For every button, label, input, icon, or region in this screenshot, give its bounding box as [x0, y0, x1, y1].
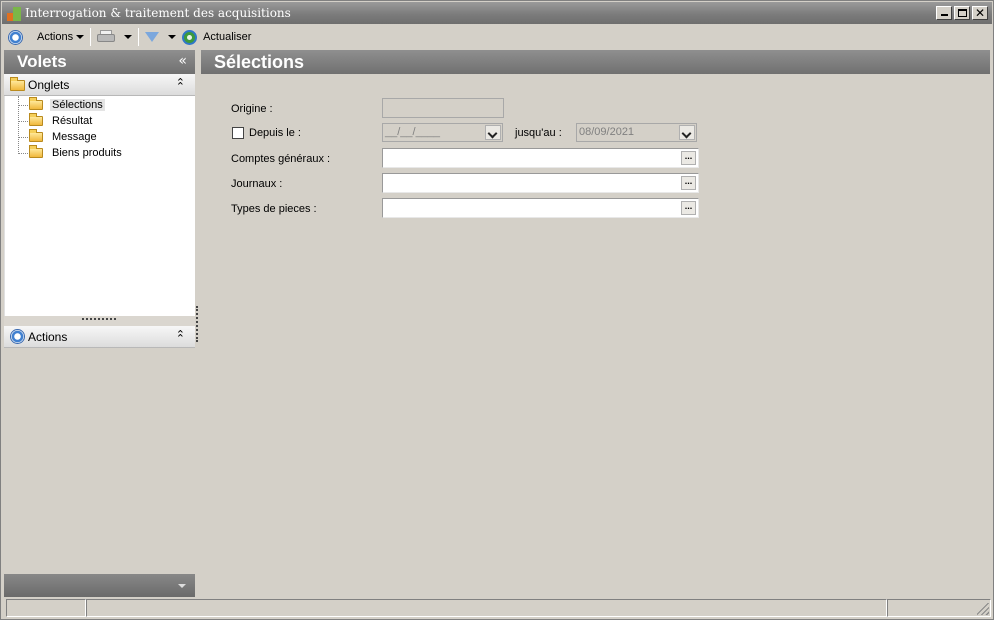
comptes-browse-button[interactable]: ... — [681, 151, 696, 165]
title-bar: Interrogation & traitement des acquisiti… — [2, 2, 992, 24]
collapse-panel-icon[interactable]: « — [178, 53, 187, 69]
resize-grip-icon[interactable] — [977, 603, 989, 615]
actions-group-header[interactable]: Actions ⌃ ⌃ — [4, 326, 195, 348]
depuis-label: Depuis le : — [249, 127, 301, 139]
side-panel-footer — [4, 574, 195, 597]
chevron-down-icon — [485, 125, 501, 140]
depuis-date-value: __/__/____ — [385, 126, 441, 138]
toolbar: Actions Actualiser — [2, 25, 992, 49]
main-header: Sélections — [201, 50, 990, 74]
folder-icon — [29, 113, 43, 126]
tree-item-message[interactable]: Message — [18, 129, 99, 145]
chevron-down-icon — [124, 35, 133, 39]
actions-icon — [8, 29, 23, 45]
maximize-button[interactable] — [954, 6, 970, 20]
tree-item-selections[interactable]: Sélections — [18, 97, 105, 113]
side-panel-title: Volets — [17, 52, 67, 71]
depuis-date-field: __/__/____ — [382, 123, 503, 142]
tree-item-biens-produits[interactable]: Biens produits — [18, 145, 124, 161]
actions-menu-label: Actions — [37, 31, 74, 43]
comptes-field[interactable]: ... — [382, 148, 699, 168]
refresh-button[interactable]: Actualiser — [179, 26, 254, 48]
tabs-group-label: Onglets — [28, 78, 70, 92]
actions-icon — [10, 329, 25, 344]
toolbar-separator — [138, 28, 140, 46]
types-field[interactable]: ... — [382, 198, 699, 218]
chevron-down-icon — [679, 125, 695, 140]
jusquau-date-field: 08/09/2021 — [576, 123, 697, 142]
jusquau-date-value: 08/09/2021 — [579, 126, 635, 138]
tabs-tree: Sélections Résultat Message Biens produi… — [4, 96, 195, 316]
actions-menu-button[interactable]: Actions — [34, 26, 87, 48]
origine-label: Origine : — [231, 103, 273, 115]
main-window: Interrogation & traitement des acquisiti… — [0, 0, 994, 620]
types-label: Types de pieces : — [231, 203, 317, 215]
chevron-down-icon[interactable] — [178, 584, 186, 588]
filter-button[interactable] — [142, 26, 162, 48]
origine-field — [382, 98, 504, 118]
folder-open-icon — [29, 97, 43, 110]
journaux-browse-button[interactable]: ... — [681, 176, 696, 190]
side-panel-header: Volets « — [4, 50, 195, 74]
printer-icon — [97, 30, 116, 44]
side-panel: Volets « Onglets ⌃⌃ Sélections Résultat — [4, 50, 195, 597]
page-title: Sélections — [214, 52, 305, 72]
window-title: Interrogation & traitement des acquisiti… — [25, 6, 291, 20]
refresh-label: Actualiser — [203, 31, 252, 43]
jusquau-label: jusqu'au : — [515, 127, 562, 139]
tabs-group-header[interactable]: Onglets ⌃ ⌃ — [4, 74, 195, 96]
filter-dropdown-button[interactable] — [162, 26, 179, 48]
minimize-button[interactable] — [936, 6, 952, 20]
toolbar-separator — [90, 28, 92, 46]
comptes-label: Comptes généraux : — [231, 153, 331, 165]
journaux-field[interactable]: ... — [382, 173, 699, 193]
types-browse-button[interactable]: ... — [681, 201, 696, 215]
tree-item-resultat[interactable]: Résultat — [18, 113, 94, 129]
status-panel — [86, 599, 887, 617]
chevron-up-icon[interactable]: ⌃ ⌃ — [176, 329, 185, 351]
chevron-down-icon — [168, 35, 177, 39]
journaux-label: Journaux : — [231, 178, 283, 190]
filter-icon — [145, 32, 160, 42]
refresh-icon — [182, 29, 198, 45]
print-button[interactable] — [94, 26, 118, 48]
chevron-down-icon — [76, 35, 85, 39]
app-icon — [7, 7, 21, 21]
splitter-handle[interactable] — [4, 316, 195, 326]
vertical-splitter[interactable] — [196, 306, 198, 342]
folder-icon — [10, 77, 25, 91]
actions-group-label: Actions — [28, 330, 68, 344]
print-dropdown-button[interactable] — [118, 26, 135, 48]
folder-icon — [29, 129, 43, 142]
actions-icon-button[interactable] — [5, 26, 26, 48]
folder-icon — [29, 145, 43, 158]
status-panel — [887, 599, 991, 617]
depuis-checkbox[interactable] — [232, 127, 244, 139]
status-bar — [4, 599, 991, 617]
close-button[interactable]: ✕ — [972, 6, 988, 20]
status-panel — [6, 599, 86, 617]
actions-group-body — [4, 350, 195, 574]
